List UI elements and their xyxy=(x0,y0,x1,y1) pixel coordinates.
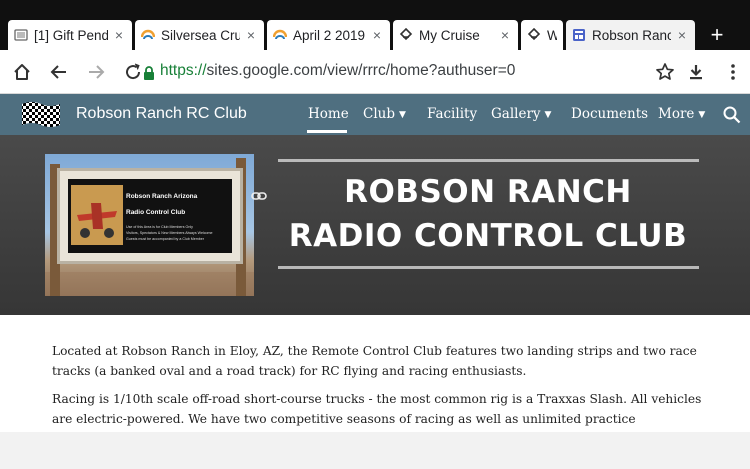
link-icon[interactable] xyxy=(251,189,267,203)
close-icon[interactable]: × xyxy=(675,27,689,43)
ground xyxy=(45,272,254,296)
main-content: Located at Robson Ranch in Eloy, AZ, the… xyxy=(0,315,750,446)
menu-button[interactable] xyxy=(721,60,745,84)
nav-label: More xyxy=(658,106,695,122)
download-button[interactable] xyxy=(684,60,708,84)
tab-title: [1] Gift Pendi xyxy=(34,27,108,43)
sign-fine-print: Guests must be accompanied by a Club Mem… xyxy=(126,237,204,241)
more-vert-icon xyxy=(731,64,735,80)
tab-title: Silversea Cru xyxy=(161,27,240,43)
arrow-right-icon xyxy=(89,65,105,79)
intro-paragraph: Located at Robson Ranch in Eloy, AZ, the… xyxy=(52,344,697,378)
tab-title: My Cruise xyxy=(419,27,480,43)
tab-w[interactable]: W xyxy=(521,20,563,50)
nav-label: Home xyxy=(308,106,349,122)
tab-title: Robson Ranc xyxy=(592,27,671,43)
close-icon[interactable]: × xyxy=(370,27,384,43)
silversea-icon xyxy=(141,28,155,42)
chevron-down-icon: ▼ xyxy=(398,110,406,120)
tab-title: April 2 2019 xyxy=(293,27,366,43)
nav-label: Facility xyxy=(427,106,478,122)
sign-board: Robson Ranch Arizona Radio Control Club … xyxy=(57,168,243,264)
sign-fine-print: Visitors, Spectators & New Members Alway… xyxy=(126,231,213,235)
download-icon xyxy=(690,65,702,80)
nav-club[interactable]: Club ▼ xyxy=(363,106,406,122)
forward-button[interactable] xyxy=(84,60,108,84)
star-icon xyxy=(656,63,674,80)
secure-lock[interactable] xyxy=(140,61,158,85)
nav-more[interactable]: More ▼ xyxy=(658,106,705,122)
chevron-down-icon: ▼ xyxy=(544,110,552,120)
cruise-icon xyxy=(399,28,413,42)
silversea-icon xyxy=(273,28,287,42)
nav-gallery[interactable]: Gallery ▼ xyxy=(491,106,551,122)
arrow-left-icon xyxy=(50,65,66,79)
tab-strip: [1] Gift Pendi × Silversea Cru × April 2… xyxy=(0,0,750,50)
google-sites-icon xyxy=(572,28,586,42)
lock-icon xyxy=(144,66,154,80)
close-icon[interactable]: × xyxy=(112,27,126,43)
club-sign-photo[interactable]: Robson Ranch Arizona Radio Control Club … xyxy=(45,154,254,296)
airplane-artwork xyxy=(71,185,123,245)
address-bar[interactable]: https://sites.google.com/view/rrrc/home?… xyxy=(160,62,515,80)
site-search-button[interactable] xyxy=(722,105,742,125)
url-scheme: https:// xyxy=(160,62,207,79)
site-header: Robson Ranch RC Club Home Club ▼ Facility… xyxy=(0,94,750,135)
gift-pendant-icon xyxy=(14,28,28,42)
bookmark-button[interactable] xyxy=(653,60,677,84)
sign-line-1: Robson Ranch Arizona xyxy=(126,193,198,200)
sign-fine-print: Use of this Area is for Club Members Onl… xyxy=(126,225,193,229)
tab-title: W xyxy=(547,27,557,43)
search-icon xyxy=(723,106,741,124)
checkered-flag-logo[interactable] xyxy=(20,100,62,129)
page-bottom-band xyxy=(0,432,750,469)
nav-home[interactable]: Home xyxy=(308,106,349,122)
url-path: sites.google.com/view/rrrc/home?authuser… xyxy=(206,62,516,79)
active-nav-indicator xyxy=(307,130,347,133)
home-icon xyxy=(14,64,30,80)
browser-toolbar: https://sites.google.com/view/rrrc/home?… xyxy=(0,50,750,94)
tab-my-cruise[interactable]: My Cruise × xyxy=(393,20,518,50)
new-tab-button[interactable]: + xyxy=(706,24,728,46)
tab-april-2-2019[interactable]: April 2 2019 × xyxy=(267,20,390,50)
hero-title-line-1: ROBSON RANCH xyxy=(344,174,632,210)
home-button[interactable] xyxy=(10,60,34,84)
cruise-icon xyxy=(527,28,541,42)
nav-label: Documents xyxy=(571,106,649,122)
site-title[interactable]: Robson Ranch RC Club xyxy=(76,105,247,123)
nav-facility[interactable]: Facility xyxy=(427,106,477,122)
nav-label: Club xyxy=(363,106,395,122)
tab-robson-ranch[interactable]: Robson Ranc × xyxy=(566,20,695,50)
close-icon[interactable]: × xyxy=(244,27,258,43)
browser-window: [1] Gift Pendi × Silversea Cru × April 2… xyxy=(0,0,750,469)
tab-gift-pendant[interactable]: [1] Gift Pendi × xyxy=(8,20,132,50)
hero-banner: Robson Ranch Arizona Radio Control Club … xyxy=(0,135,750,315)
nav-documents[interactable]: Documents xyxy=(571,106,648,122)
hero-rule-bottom xyxy=(278,266,699,269)
hero-rule-top xyxy=(278,159,699,162)
back-button[interactable] xyxy=(47,60,71,84)
nav-label: Gallery xyxy=(491,106,541,122)
sign-panel: Robson Ranch Arizona Radio Control Club … xyxy=(68,179,232,253)
chevron-down-icon: ▼ xyxy=(698,110,706,120)
close-icon[interactable]: × xyxy=(498,27,512,43)
tab-silversea[interactable]: Silversea Cru × xyxy=(135,20,264,50)
sign-line-2: Radio Control Club xyxy=(126,209,186,216)
hero-title-line-2: RADIO CONTROL CLUB xyxy=(288,218,688,254)
